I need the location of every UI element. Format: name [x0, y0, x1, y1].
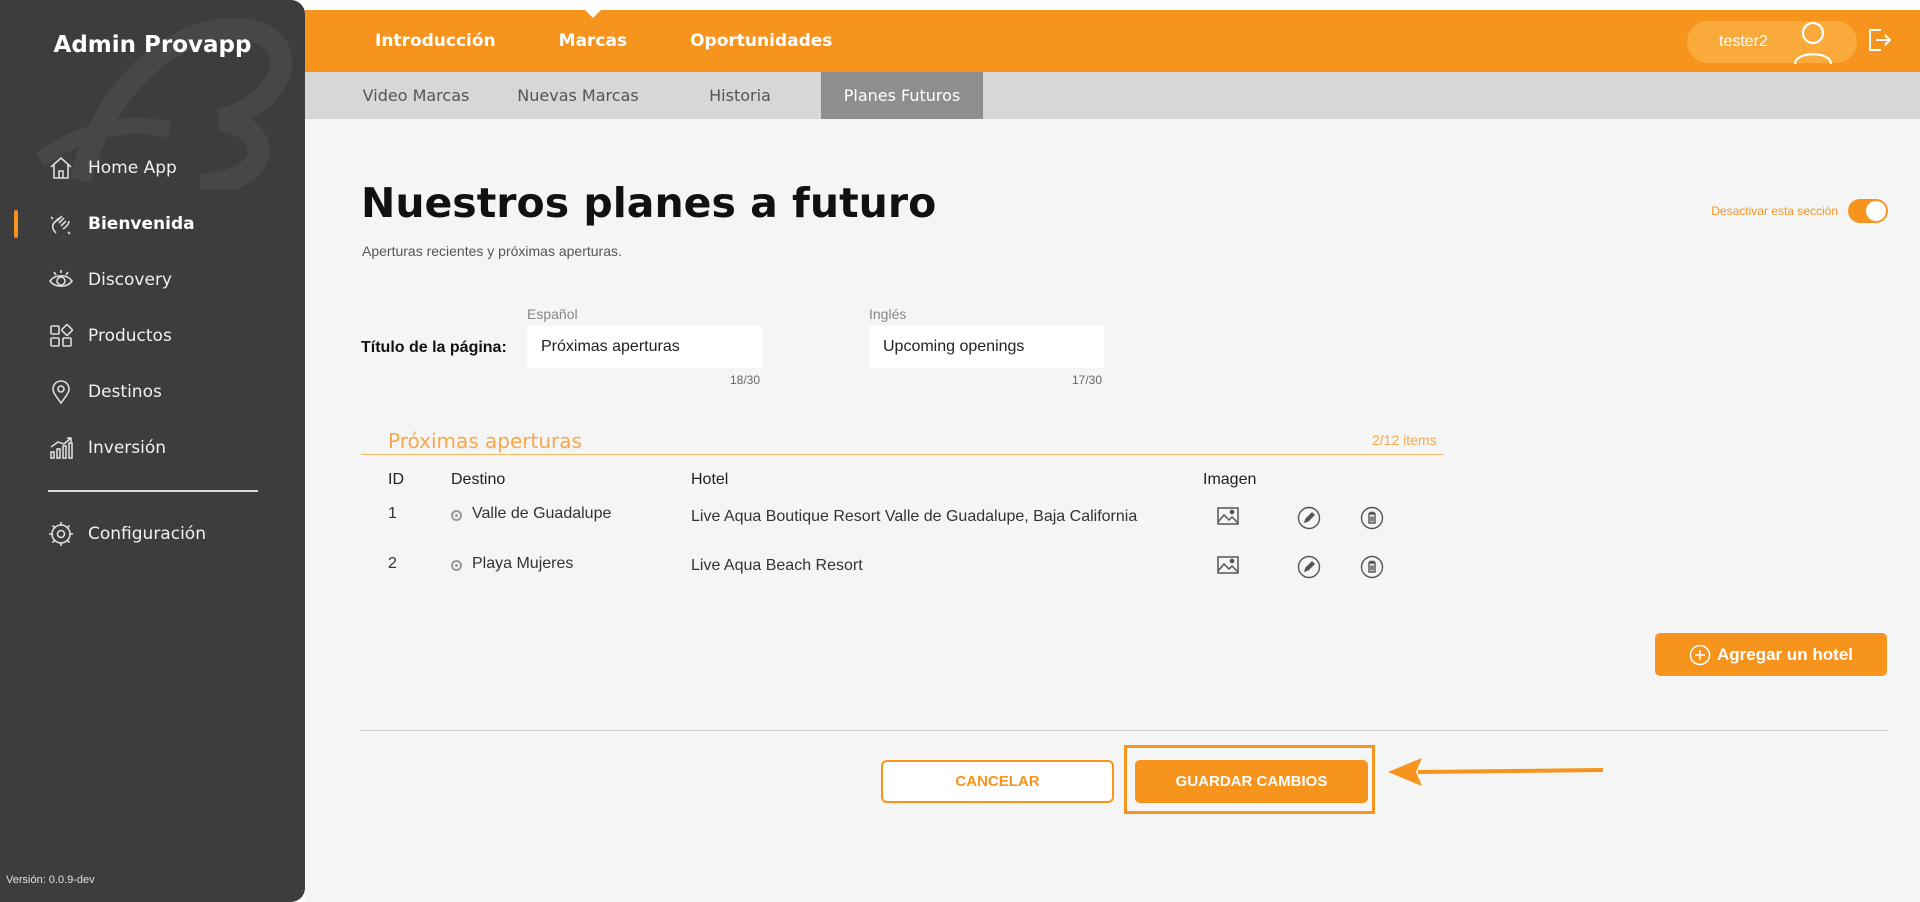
tab-marcas[interactable]: Marcas	[521, 9, 665, 72]
image-icon[interactable]	[1216, 504, 1240, 528]
user-menu[interactable]: tester2	[1687, 21, 1857, 65]
eye-icon	[48, 267, 74, 293]
main-content: Nuestros planes a futuro Aperturas recie…	[305, 119, 1920, 902]
plus-circle-icon	[1689, 644, 1711, 665]
sidebar-item-inversion[interactable]: Inversión	[0, 420, 305, 476]
top-strip	[305, 0, 1920, 10]
grid-icon	[48, 323, 74, 349]
english-label: Inglés	[869, 306, 907, 322]
home-icon	[48, 155, 74, 181]
column-header-id: ID	[388, 471, 404, 488]
section-title: Próximas aperturas	[388, 429, 582, 453]
section-toggle-group: Desactivar esta sección	[1711, 199, 1888, 223]
sidebar: Admin Provapp Home App Bienvenida Discov…	[0, 0, 305, 902]
save-changes-button[interactable]: GUARDAR CAMBIOS	[1135, 760, 1368, 803]
image-icon[interactable]	[1216, 553, 1240, 577]
version-label: Versión: 0.0.9-dev	[6, 874, 95, 886]
user-avatar-icon	[1793, 21, 1833, 65]
sidebar-item-discovery[interactable]: Discovery	[0, 252, 305, 308]
toggle-knob	[1866, 201, 1886, 221]
pointer-arrow-icon	[1388, 758, 1603, 786]
column-header-hotel: Hotel	[691, 471, 729, 488]
add-hotel-button[interactable]: Agregar un hotel	[1655, 633, 1887, 676]
edit-icon[interactable]	[1297, 506, 1321, 530]
spanish-label: Español	[527, 306, 578, 322]
add-hotel-label: Agregar un hotel	[1716, 644, 1853, 664]
cancel-button[interactable]: CANCELAR	[881, 760, 1114, 803]
sidebar-item-label: Productos	[88, 326, 172, 346]
sidebar-item-label: Home App	[88, 158, 177, 178]
tab-introduccion[interactable]: Introducción	[350, 10, 521, 72]
sidebar-item-label: Destinos	[88, 382, 162, 402]
section-divider	[361, 454, 1444, 455]
section-toggle-label: Desactivar esta sección	[1711, 204, 1838, 218]
sidebar-divider	[48, 490, 258, 492]
sidebar-item-configuracion[interactable]: Configuración	[0, 506, 305, 562]
sidebar-item-productos[interactable]: Productos	[0, 308, 305, 364]
footer-divider	[361, 730, 1888, 731]
row-destino: Valle de Guadalupe	[472, 505, 612, 522]
subtab-video-marcas[interactable]: Video Marcas	[335, 72, 497, 119]
page-title: Nuestros planes a futuro	[361, 179, 937, 227]
logout-icon[interactable]	[1865, 26, 1893, 54]
main-tabs: Introducción Marcas Oportunidades	[350, 9, 857, 72]
spanish-title-input[interactable]	[527, 326, 762, 368]
delete-icon[interactable]	[1360, 555, 1384, 579]
page-title-field-label: Título de la página:	[361, 339, 507, 356]
sub-tabs: Video Marcas Nuevas Marcas Historia Plan…	[305, 72, 1920, 119]
table-row: 1 Valle de Guadalupe Live Aqua Boutique …	[305, 500, 1505, 540]
chart-icon	[48, 435, 74, 461]
radio-dot-icon	[451, 560, 462, 571]
sidebar-item-home-app[interactable]: Home App	[0, 140, 305, 196]
spanish-char-counter: 18/30	[730, 373, 761, 387]
row-id: 2	[388, 555, 397, 572]
sidebar-item-bienvenida[interactable]: Bienvenida	[0, 196, 305, 252]
column-header-imagen: Imagen	[1203, 471, 1257, 488]
subtab-historia[interactable]: Historia	[659, 72, 821, 119]
user-name: tester2	[1719, 33, 1768, 50]
brand-title: Admin Provapp	[53, 32, 252, 58]
sidebar-item-label: Discovery	[88, 270, 172, 290]
tab-oportunidades[interactable]: Oportunidades	[665, 10, 857, 72]
row-hotel: Live Aqua Beach Resort	[691, 557, 863, 574]
sidebar-item-label: Inversión	[88, 438, 167, 458]
column-header-destino: Destino	[451, 471, 506, 488]
row-hotel: Live Aqua Boutique Resort Valle de Guada…	[691, 508, 1138, 525]
top-nav-bar: Introducción Marcas Oportunidades tester…	[305, 9, 1920, 72]
section-toggle[interactable]	[1848, 199, 1888, 223]
wave-hand-icon	[48, 211, 74, 237]
english-char-counter: 17/30	[1072, 373, 1103, 387]
row-destino: Playa Mujeres	[472, 555, 574, 572]
sidebar-item-label: Configuración	[88, 524, 206, 544]
row-id: 1	[388, 505, 397, 522]
subtab-planes-futuros[interactable]: Planes Futuros	[821, 72, 983, 119]
subtab-nuevas-marcas[interactable]: Nuevas Marcas	[497, 72, 659, 119]
gear-icon	[48, 521, 74, 547]
radio-dot-icon	[451, 510, 462, 521]
map-pin-icon	[48, 379, 74, 405]
english-title-input[interactable]	[869, 326, 1104, 368]
sidebar-nav: Home App Bienvenida Discovery Productos …	[0, 140, 305, 562]
edit-icon[interactable]	[1297, 555, 1321, 579]
section-item-count: 2/12 items	[1372, 432, 1437, 448]
sidebar-item-label: Bienvenida	[88, 214, 195, 234]
sidebar-item-destinos[interactable]: Destinos	[0, 364, 305, 420]
delete-icon[interactable]	[1360, 506, 1384, 530]
table-row: 2 Playa Mujeres Live Aqua Beach Resort	[305, 549, 1505, 589]
page-subtitle: Aperturas recientes y próximas aperturas…	[362, 243, 622, 259]
